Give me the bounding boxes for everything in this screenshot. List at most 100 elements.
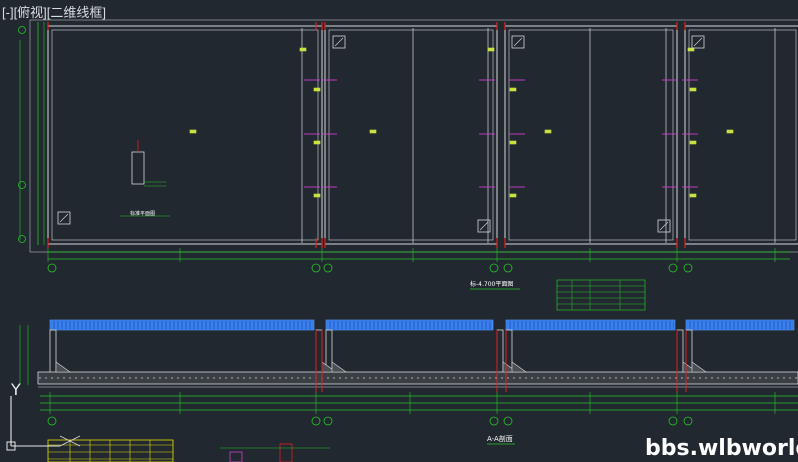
slab-hatch-dot bbox=[285, 377, 287, 379]
grid-bubble bbox=[489, 263, 499, 273]
slab-hatch-dot bbox=[327, 377, 329, 379]
section-grid-bubble bbox=[503, 416, 513, 426]
slab-hatch-dot bbox=[39, 377, 41, 379]
section-view bbox=[19, 319, 798, 426]
slab-hatch-dot bbox=[201, 377, 203, 379]
slab-hatch-dot bbox=[729, 377, 731, 379]
cad-model-viewport[interactable]: [-][俯视][二维线框] 标-4.700平面图 标准平面图 A-A剖面 Y b… bbox=[0, 0, 798, 462]
slab-hatch-dot bbox=[357, 377, 359, 379]
plan-bay-inner bbox=[508, 29, 674, 241]
rebar-table bbox=[556, 279, 646, 311]
slab-hatch-dot bbox=[777, 377, 779, 379]
annotation-tag bbox=[689, 87, 697, 92]
slab-hatch-dot bbox=[771, 377, 773, 379]
slab-hatch-dot bbox=[447, 377, 449, 379]
slab-hatch-dot bbox=[795, 377, 797, 379]
slab-hatch-dot bbox=[123, 377, 125, 379]
plan-title: 标-4.700平面图 bbox=[470, 280, 513, 288]
grid-bubble bbox=[47, 263, 57, 273]
slab-hatch-dot bbox=[393, 377, 395, 379]
plan-bay-outline bbox=[324, 25, 498, 245]
slab-hatch-dot bbox=[543, 377, 545, 379]
slab-hatch-dot bbox=[573, 377, 575, 379]
slab-hatch-dot bbox=[105, 377, 107, 379]
plan-bay-outline bbox=[504, 25, 678, 245]
slab-hatch-dot bbox=[291, 377, 293, 379]
slab-hatch-dot bbox=[153, 377, 155, 379]
section-beam-top bbox=[505, 319, 676, 331]
slab-hatch-dot bbox=[441, 377, 443, 379]
slab-hatch-dot bbox=[411, 377, 413, 379]
table-frame bbox=[556, 279, 646, 311]
slab-hatch-dot bbox=[597, 377, 599, 379]
grid-bubble bbox=[503, 263, 513, 273]
slab-hatch-dot bbox=[339, 377, 341, 379]
slab-hatch-dot bbox=[423, 377, 425, 379]
slab-hatch-dot bbox=[189, 377, 191, 379]
plan-view bbox=[18, 19, 798, 273]
slab-hatch-dot bbox=[483, 377, 485, 379]
plan-bay-inner bbox=[51, 29, 319, 241]
slab-hatch-dot bbox=[297, 377, 299, 379]
slab-hatch-dot bbox=[195, 377, 197, 379]
section-grid-bubble bbox=[47, 416, 57, 426]
slab-hatch-dot bbox=[783, 377, 785, 379]
slab-hatch-dot bbox=[387, 377, 389, 379]
annotation-tag bbox=[313, 193, 321, 198]
plan-bay-inner bbox=[328, 29, 494, 241]
slab-hatch-dot bbox=[159, 377, 161, 379]
slab-hatch-dot bbox=[117, 377, 119, 379]
slab-hatch-dot bbox=[171, 377, 173, 379]
slab-hatch-dot bbox=[675, 377, 677, 379]
ucs-y-axis-label: Y bbox=[11, 380, 21, 399]
slab-hatch-dot bbox=[435, 377, 437, 379]
slab-hatch-dot bbox=[249, 377, 251, 379]
section-title: A-A剖面 bbox=[487, 434, 513, 443]
annotation-tag bbox=[313, 140, 321, 145]
slab-hatch-dot bbox=[747, 377, 749, 379]
corner-detail-hatch bbox=[659, 221, 669, 231]
slab-hatch-dot bbox=[231, 377, 233, 379]
slab-hatch-dot bbox=[657, 377, 659, 379]
section-haunch bbox=[55, 361, 71, 373]
slab-hatch-dot bbox=[381, 377, 383, 379]
slab-hatch-dot bbox=[579, 377, 581, 379]
slab-hatch-dot bbox=[147, 377, 149, 379]
grid-bubble bbox=[18, 181, 26, 189]
annotation-tag bbox=[509, 140, 517, 145]
cad-drawing-canvas[interactable]: 标-4.700平面图 标准平面图 A-A剖面 bbox=[0, 0, 798, 462]
slab-hatch-dot bbox=[651, 377, 653, 379]
slab-hatch-dot bbox=[177, 377, 179, 379]
slab-hatch-dot bbox=[753, 377, 755, 379]
slab-hatch-dot bbox=[261, 377, 263, 379]
slab-hatch-dot bbox=[237, 377, 239, 379]
slab-hatch-dot bbox=[465, 377, 467, 379]
slab-hatch-dot bbox=[735, 377, 737, 379]
slab-hatch-dot bbox=[129, 377, 131, 379]
slab-hatch-dot bbox=[609, 377, 611, 379]
slab-hatch-dot bbox=[369, 377, 371, 379]
slab-hatch-dot bbox=[363, 377, 365, 379]
slab-hatch-dot bbox=[507, 377, 509, 379]
slab-hatch-dot bbox=[789, 377, 791, 379]
section-wall bbox=[49, 329, 57, 379]
slab-hatch-dot bbox=[429, 377, 431, 379]
plan-bay-outline bbox=[47, 25, 323, 245]
slab-hatch-dot bbox=[345, 377, 347, 379]
slab-hatch-dot bbox=[225, 377, 227, 379]
slab-hatch-dot bbox=[699, 377, 701, 379]
annotation-tag bbox=[544, 129, 552, 134]
annotation-tag bbox=[689, 193, 697, 198]
section-haunch bbox=[511, 361, 527, 373]
slab-hatch-dot bbox=[663, 377, 665, 379]
slab-hatch-dot bbox=[537, 377, 539, 379]
plan-sub-label: 标准平面图 bbox=[130, 210, 155, 217]
slab-hatch-dot bbox=[705, 377, 707, 379]
slab-hatch-dot bbox=[561, 377, 563, 379]
slab-hatch-dot bbox=[255, 377, 257, 379]
slab-hatch-dot bbox=[639, 377, 641, 379]
slab-hatch-dot bbox=[267, 377, 269, 379]
slab-hatch-dot bbox=[615, 377, 617, 379]
slab-hatch-dot bbox=[183, 377, 185, 379]
slab-hatch-dot bbox=[87, 377, 89, 379]
